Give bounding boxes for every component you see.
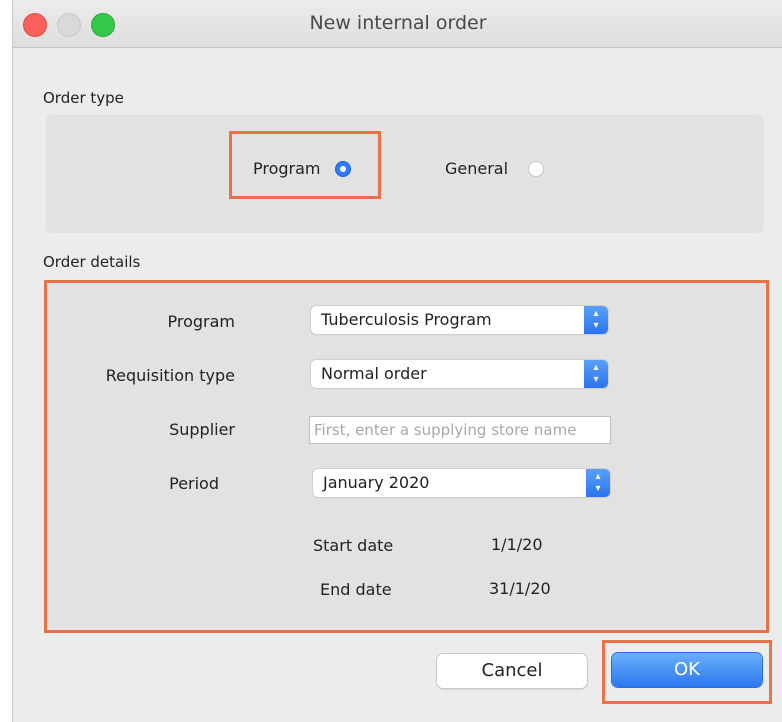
program-radio-label[interactable]: Program [253, 159, 321, 178]
requisition-type-field-label: Requisition type [105, 366, 235, 385]
chevron-updown-icon: ▴ ▾ [584, 360, 608, 388]
supplier-input[interactable] [309, 416, 611, 444]
start-date-value: 1/1/20 [491, 535, 543, 554]
program-select[interactable]: Tuberculosis Program ▴ ▾ [311, 306, 608, 334]
window-title: New internal order [309, 12, 487, 34]
period-select[interactable]: January 2020 ▴ ▾ [313, 469, 610, 497]
chevron-updown-icon: ▴ ▾ [584, 306, 608, 334]
cancel-button[interactable]: Cancel [437, 654, 587, 688]
end-date-value: 31/1/20 [489, 579, 551, 598]
requisition-type-select-value: Normal order [321, 364, 427, 383]
end-date-label: End date [320, 580, 392, 599]
period-select-value: January 2020 [323, 473, 430, 492]
requisition-type-select[interactable]: Normal order ▴ ▾ [311, 360, 608, 388]
general-radio[interactable] [528, 161, 544, 177]
order-details-label: Order details [43, 253, 141, 271]
order-type-label: Order type [43, 89, 124, 107]
order-type-panel [46, 115, 764, 233]
period-field-label: Period [169, 474, 219, 493]
chevron-updown-icon: ▴ ▾ [586, 469, 610, 497]
start-date-label: Start date [313, 536, 394, 555]
program-select-value: Tuberculosis Program [321, 310, 492, 329]
program-field-label: Program [167, 312, 235, 331]
title-bar: New internal order [13, 0, 782, 48]
program-radio[interactable] [335, 161, 351, 177]
general-radio-label[interactable]: General [445, 159, 508, 178]
new-internal-order-window: New internal order Order type Program Ge… [12, 0, 782, 722]
ok-button[interactable]: OK [612, 653, 762, 687]
supplier-field-label: Supplier [169, 420, 235, 439]
